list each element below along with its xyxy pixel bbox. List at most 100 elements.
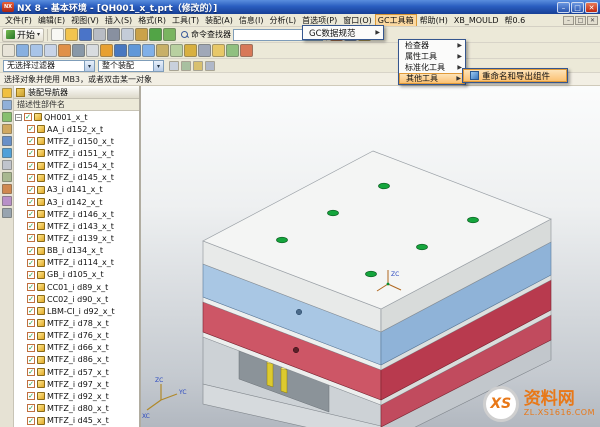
- menu-option[interactable]: 属性工具 ▶: [399, 51, 465, 62]
- menu-item[interactable]: 编辑(E): [35, 14, 68, 26]
- tree-item[interactable]: AA_i d152_x_t: [14, 123, 139, 135]
- measure-icon[interactable]: [198, 44, 211, 57]
- highlight-selection-icon[interactable]: [169, 60, 179, 71]
- tree-item[interactable]: MTFZ_i d114_x_t: [14, 257, 139, 269]
- constraint-navigator-tab[interactable]: [1, 100, 12, 110]
- checkbox-checked-icon[interactable]: [27, 416, 35, 425]
- tree-item[interactable]: CC01_i d89_x_t: [14, 281, 139, 293]
- collapse-icon[interactable]: [15, 113, 22, 121]
- start-button[interactable]: 开始 ▾: [2, 27, 45, 42]
- snap-point-icon[interactable]: [156, 44, 169, 57]
- reuse-library-tab[interactable]: [1, 124, 12, 134]
- checkbox-checked-icon[interactable]: [24, 113, 32, 122]
- menu-item[interactable]: XB_MOULD: [451, 15, 502, 26]
- menu-item[interactable]: 信息(I): [236, 14, 267, 26]
- checkbox-checked-icon[interactable]: [27, 355, 35, 364]
- menu-item[interactable]: 帮0.6: [502, 14, 529, 26]
- checkbox-checked-icon[interactable]: [27, 380, 35, 389]
- menu-item[interactable]: 文件(F): [2, 14, 35, 26]
- side-view-icon[interactable]: [142, 44, 155, 57]
- tree-item[interactable]: MTFZ_i d154_x_t: [14, 160, 139, 172]
- wcs-icon[interactable]: [193, 60, 203, 71]
- paste-icon[interactable]: [135, 28, 149, 41]
- graphics-viewport[interactable]: ZC ZC YC XC XS 资料网 ZL.XS1616.COM: [141, 86, 600, 427]
- checkbox-checked-icon[interactable]: [27, 125, 35, 134]
- tree-item[interactable]: MTFZ_i d80_x_t: [14, 402, 139, 414]
- front-view-icon[interactable]: [114, 44, 127, 57]
- save-icon[interactable]: [79, 28, 93, 41]
- tree-item[interactable]: MTFZ_i d57_x_t: [14, 366, 139, 378]
- checkbox-checked-icon[interactable]: [27, 283, 35, 292]
- menu-option[interactable]: 标准化工具 ▶: [399, 62, 465, 73]
- menu-item[interactable]: 装配(A): [202, 14, 236, 26]
- tree-item[interactable]: A3_i d141_x_t: [14, 184, 139, 196]
- sketch-icon[interactable]: [184, 44, 197, 57]
- tree-item[interactable]: MTFZ_i d86_x_t: [14, 354, 139, 366]
- checkbox-checked-icon[interactable]: [27, 210, 35, 219]
- menu-option[interactable]: 其他工具 ▶: [399, 73, 465, 84]
- checkbox-checked-icon[interactable]: [27, 137, 35, 146]
- checkbox-checked-icon[interactable]: [27, 270, 35, 279]
- move-component-icon[interactable]: [212, 44, 225, 57]
- redo-icon[interactable]: [163, 28, 177, 41]
- checkbox-checked-icon[interactable]: [27, 149, 35, 158]
- copy-icon[interactable]: [121, 28, 135, 41]
- selection-filter-combo[interactable]: 无选择过滤器 ▾: [3, 59, 95, 72]
- cut-icon[interactable]: [107, 28, 121, 41]
- checkbox-checked-icon[interactable]: [27, 319, 35, 328]
- tree-item[interactable]: MTFZ_i d139_x_t: [14, 232, 139, 244]
- tree-item[interactable]: MTFZ_i d76_x_t: [14, 330, 139, 342]
- menu-option[interactable]: GC数据规范 ▶: [303, 26, 383, 39]
- snap-enable-icon[interactable]: [181, 60, 191, 71]
- wireframe-view-icon[interactable]: [86, 44, 99, 57]
- assembly-navigator-tab[interactable]: [1, 88, 12, 98]
- checkbox-checked-icon[interactable]: [27, 161, 35, 170]
- checkbox-checked-icon[interactable]: [27, 198, 35, 207]
- checkbox-checked-icon[interactable]: [27, 331, 35, 340]
- orient-view-icon[interactable]: [2, 44, 15, 57]
- menu-item[interactable]: 分析(L): [266, 14, 299, 26]
- top-view-icon[interactable]: [128, 44, 141, 57]
- undo-icon[interactable]: [149, 28, 163, 41]
- menu-item[interactable]: 视图(V): [68, 14, 102, 26]
- menu-option[interactable]: 重命名和导出组件: [463, 69, 567, 82]
- materials-tab[interactable]: [1, 172, 12, 182]
- child-restore-button[interactable]: □: [575, 15, 586, 25]
- print-icon[interactable]: [93, 28, 107, 41]
- checkbox-checked-icon[interactable]: [27, 404, 35, 413]
- tree-item[interactable]: MTFZ_i d150_x_t: [14, 135, 139, 147]
- maximize-button[interactable]: □: [571, 1, 584, 13]
- menu-item[interactable]: 插入(S): [102, 14, 135, 26]
- tree-item[interactable]: MTFZ_i d146_x_t: [14, 208, 139, 220]
- minimize-button[interactable]: –: [557, 1, 570, 13]
- grid-icon[interactable]: [205, 60, 215, 71]
- menu-item[interactable]: 格式(R): [135, 14, 169, 26]
- tree-column-header[interactable]: 描述性部件名: [14, 99, 139, 111]
- tree-item[interactable]: MTFZ_i d45_x_t: [14, 415, 139, 427]
- history-tab[interactable]: [1, 160, 12, 170]
- child-close-button[interactable]: ✕: [587, 15, 598, 25]
- rotate-view-icon[interactable]: [58, 44, 71, 57]
- menu-item[interactable]: 帮助(H): [417, 14, 451, 26]
- checkbox-checked-icon[interactable]: [27, 185, 35, 194]
- assembly-constraints-icon[interactable]: [226, 44, 239, 57]
- fit-view-icon[interactable]: [16, 44, 29, 57]
- pan-icon[interactable]: [44, 44, 57, 57]
- menu-option[interactable]: 检查器 ▶: [399, 40, 465, 51]
- tree-item[interactable]: A3_i d142_x_t: [14, 196, 139, 208]
- shaded-view-icon[interactable]: [72, 44, 85, 57]
- tree-item[interactable]: CC02_i d90_x_t: [14, 293, 139, 305]
- web-browser-tab[interactable]: [1, 148, 12, 158]
- menu-item[interactable]: 工具(T): [169, 14, 202, 26]
- tree-item[interactable]: MTFZ_i d66_x_t: [14, 342, 139, 354]
- tree-root-row[interactable]: QH001_x_t: [14, 111, 139, 123]
- isometric-view-icon[interactable]: [100, 44, 113, 57]
- checkbox-checked-icon[interactable]: [27, 246, 35, 255]
- tree-item[interactable]: MTFZ_i d145_x_t: [14, 172, 139, 184]
- zoom-icon[interactable]: [30, 44, 43, 57]
- checkbox-checked-icon[interactable]: [27, 234, 35, 243]
- checkbox-checked-icon[interactable]: [27, 307, 35, 316]
- tree-item[interactable]: MTFZ_i d78_x_t: [14, 317, 139, 329]
- tree-item[interactable]: LBM-CI_i d92_x_t: [14, 305, 139, 317]
- touch-panel-tab[interactable]: [1, 208, 12, 218]
